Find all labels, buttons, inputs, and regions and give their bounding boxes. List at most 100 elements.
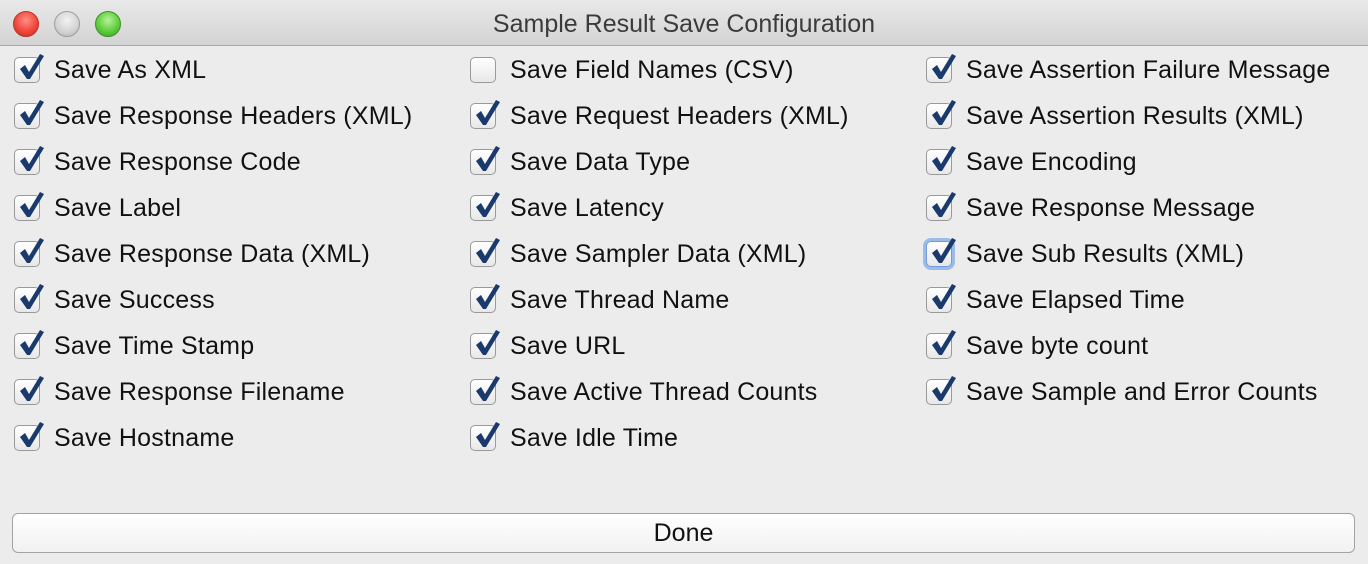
checkmark-icon: [476, 192, 500, 217]
checkmark-icon: [932, 284, 956, 309]
checkbox[interactable]: [14, 100, 44, 129]
checkbox[interactable]: [470, 57, 496, 83]
checkbox-label: Save Assertion Failure Message: [966, 55, 1331, 84]
checkmark-icon: [932, 330, 956, 355]
checkbox-option[interactable]: Save Encoding: [926, 139, 1331, 185]
checkbox[interactable]: [926, 100, 956, 129]
checkbox-option[interactable]: Save Label: [14, 185, 412, 231]
checkmark-icon: [476, 422, 500, 447]
checkbox-option[interactable]: Save Assertion Results (XML): [926, 93, 1331, 139]
checkmark-icon: [476, 146, 500, 171]
checkbox[interactable]: [14, 422, 44, 451]
checkbox[interactable]: [470, 192, 500, 221]
checkmark-icon: [932, 192, 956, 217]
checkbox-option[interactable]: Save Success: [14, 277, 412, 323]
checkbox-option[interactable]: Save Time Stamp: [14, 323, 412, 369]
checkbox-label: Save Time Stamp: [54, 331, 255, 360]
checkbox-option[interactable]: Save Field Names (CSV): [470, 47, 849, 93]
checkbox[interactable]: [14, 192, 44, 221]
checkbox-option[interactable]: Save Sampler Data (XML): [470, 231, 849, 277]
done-button[interactable]: Done: [12, 513, 1355, 553]
checkmark-icon: [932, 146, 956, 171]
checkbox-label: Save Idle Time: [510, 423, 679, 452]
checkmark-icon: [476, 100, 500, 125]
checkbox-label: Save Success: [54, 285, 215, 314]
checkbox-option[interactable]: Save Response Filename: [14, 369, 412, 415]
checkbox[interactable]: [926, 284, 956, 313]
checkbox[interactable]: [470, 146, 500, 175]
checkmark-icon: [20, 146, 44, 171]
checkbox-label: Save Data Type: [510, 147, 691, 176]
checkmark-icon: [932, 100, 956, 125]
checkbox[interactable]: [14, 238, 44, 267]
checkbox-label: Save URL: [510, 331, 626, 360]
checkmark-icon: [476, 238, 500, 263]
checkmark-icon: [476, 376, 500, 401]
checkmark-icon: [20, 376, 44, 401]
checkbox[interactable]: [926, 54, 956, 83]
checkbox[interactable]: [470, 238, 500, 267]
checkbox[interactable]: [14, 54, 44, 83]
checkbox-option[interactable]: Save Active Thread Counts: [470, 369, 849, 415]
checkbox-label: Save Latency: [510, 193, 664, 222]
checkmark-icon: [476, 284, 500, 309]
checkbox[interactable]: [14, 330, 44, 359]
checkbox-label: Save Response Message: [966, 193, 1256, 222]
checkbox-option[interactable]: Save Latency: [470, 185, 849, 231]
checkbox-label: Save Response Code: [54, 147, 301, 176]
checkbox[interactable]: [926, 376, 956, 405]
checkbox[interactable]: [926, 330, 956, 359]
window-title: Sample Result Save Configuration: [492, 10, 876, 38]
checkmark-icon: [476, 330, 500, 355]
checkbox-label: Save Response Headers (XML): [54, 101, 413, 130]
checkbox-option[interactable]: Save Response Code: [14, 139, 412, 185]
checkbox[interactable]: [470, 284, 500, 313]
checkbox-label: Save Response Filename: [54, 377, 345, 406]
checkbox-label: Save byte count: [966, 331, 1149, 360]
checkbox-option[interactable]: Save Elapsed Time: [926, 277, 1331, 323]
checkbox[interactable]: [470, 422, 500, 451]
checkbox[interactable]: [470, 376, 500, 405]
checkbox-option[interactable]: Save Sample and Error Counts: [926, 369, 1331, 415]
checkbox[interactable]: [926, 238, 956, 267]
checkbox-option[interactable]: Save Sub Results (XML): [926, 231, 1331, 277]
checkbox-option[interactable]: Save As XML: [14, 47, 412, 93]
checkbox-label: Save Request Headers (XML): [510, 101, 849, 130]
checkbox[interactable]: [14, 376, 44, 405]
options-column: Save Field Names (CSV) Save Request Heade…: [470, 47, 849, 461]
checkbox-label: Save Sample and Error Counts: [966, 377, 1318, 406]
checkmark-icon: [932, 376, 956, 401]
checkmark-icon: [20, 330, 44, 355]
checkbox[interactable]: [14, 284, 44, 313]
checkbox-label: Save Active Thread Counts: [510, 377, 818, 406]
checkbox-option[interactable]: Save Thread Name: [470, 277, 849, 323]
checkbox-option[interactable]: Save Hostname: [14, 415, 412, 461]
checkmark-icon: [20, 422, 44, 447]
checkbox-option[interactable]: Save Idle Time: [470, 415, 849, 461]
checkbox-option[interactable]: Save Response Message: [926, 185, 1331, 231]
checkbox-option[interactable]: Save Data Type: [470, 139, 849, 185]
checkmark-icon: [20, 54, 44, 79]
checkbox[interactable]: [926, 192, 956, 221]
dialog-window: Sample Result Save Configuration Save As…: [0, 0, 1368, 564]
checkbox-option[interactable]: Save Request Headers (XML): [470, 93, 849, 139]
checkbox-option[interactable]: Save byte count: [926, 323, 1331, 369]
checkbox-label: Save As XML: [54, 55, 207, 84]
checkbox-label: Save Response Data (XML): [54, 239, 371, 268]
checkbox-option[interactable]: Save URL: [470, 323, 849, 369]
checkbox[interactable]: [470, 330, 500, 359]
checkmark-icon: [20, 192, 44, 217]
checkbox-label: Save Encoding: [966, 147, 1137, 176]
checkbox-label: Save Sub Results (XML): [966, 239, 1245, 268]
checkbox[interactable]: [926, 146, 956, 175]
checkbox-option[interactable]: Save Response Headers (XML): [14, 93, 412, 139]
checkmark-icon: [932, 54, 956, 79]
checkbox[interactable]: [470, 100, 500, 129]
options-column: Save As XML Save Response Headers (XML) Sa…: [14, 47, 412, 461]
checkbox[interactable]: [14, 146, 44, 175]
checkbox-option[interactable]: Save Assertion Failure Message: [926, 47, 1331, 93]
checkbox-label: Save Assertion Results (XML): [966, 101, 1304, 130]
checkbox-label: Save Elapsed Time: [966, 285, 1185, 314]
checkbox-option[interactable]: Save Response Data (XML): [14, 231, 412, 277]
checkmark-icon: [20, 284, 44, 309]
